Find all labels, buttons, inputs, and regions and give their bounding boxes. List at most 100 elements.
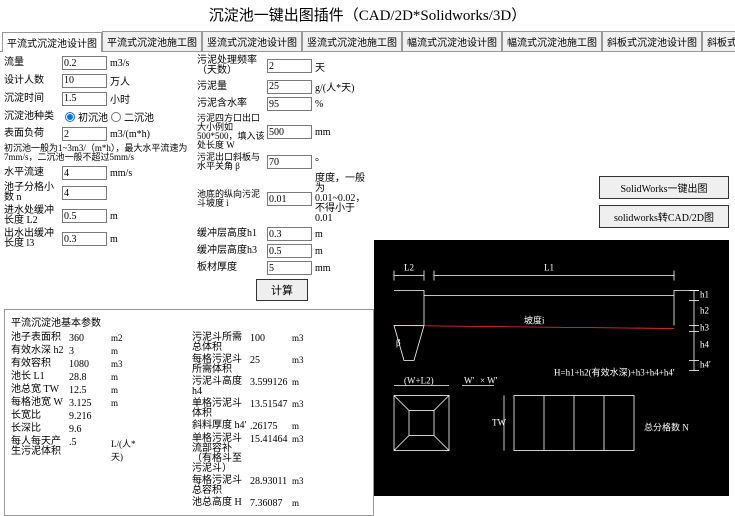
svg-text:h3: h3 [700,323,710,333]
ang-unit: ° [315,157,319,168]
result-unit: m3 [111,359,141,369]
result-label: 污泥斗所需总体积 [192,333,250,353]
amt-unit: g/(人*天) [315,79,354,94]
tab-6[interactable]: 斜板式沉淀池设计图 [602,31,702,51]
result-label: 长深比 [11,424,69,434]
result-value: 9.6 [69,424,111,435]
type-radio-1[interactable] [65,112,75,122]
result-unit: m [111,398,141,408]
load-input[interactable] [62,127,107,141]
result-value: .26175 [250,421,292,432]
type-opt2: 二沉池 [124,109,154,124]
result-value: 13.51547 [250,399,292,410]
solidworks-button[interactable]: SolidWorks一键出图 [599,176,729,199]
results-panel: 平流沉淀池基本参数 池子表面积360m2有效水深 h23m有效容积1080m3池… [4,309,374,516]
freq-input[interactable] [267,59,312,73]
result-value: 3.125 [69,398,111,409]
result-unit: m3 [292,355,322,365]
result-label: 有效水深 h2 [11,346,69,356]
out-unit: mm [315,127,331,138]
slope-input[interactable] [267,192,312,206]
result-value: 28.8 [69,372,111,383]
result-unit: m3 [292,399,322,409]
wc-label: 污泥含水率 [197,99,267,109]
wc-input[interactable] [267,97,312,111]
hvel-label: 水平流速 [4,168,62,178]
pop-input[interactable] [62,74,107,88]
calc-button[interactable]: 计算 [256,279,308,301]
result-value: .5 [69,437,111,448]
h3-input[interactable] [267,244,312,258]
out-input[interactable] [267,125,312,139]
result-label: 池长 L1 [11,372,69,382]
app-title: 沉淀池一键出图插件（CAD/2D*Solidworks/3D） [0,0,735,31]
result-label: 每人每天产生污泥体积 [11,437,69,457]
result-value: 25 [250,355,292,366]
l3-input[interactable] [62,232,107,246]
l2-input[interactable] [62,209,107,223]
pop-label: 设计人数 [4,76,62,86]
slope-note: 度度，一般为0.01~0.02，不得小于0.01 [315,174,365,224]
result-label: 池总宽 TW [11,385,69,395]
result-value: 12.5 [69,385,111,396]
result-label: 单格污泥斗流部容补（有格斗至污泥斗） [192,434,250,474]
svg-text:× W': × W' [480,376,498,386]
result-label: 有效容积 [11,359,69,369]
result-label: 污泥斗高度 h4 [192,377,250,397]
svg-text:总分格数 N: 总分格数 N [644,422,689,433]
out-label: 污泥四方口出口大小例如500*500，填入该处长度 W [197,114,267,150]
svg-text:H=h1+h2(有效水深)+h3+h4+h4': H=h1+h2(有效水深)+h3+h4+h4' [554,367,675,378]
ngrid-input[interactable] [62,186,107,200]
result-value: 9.216 [69,411,111,422]
result-unit: m [111,372,141,382]
result-unit: m3 [292,476,322,486]
load-unit: m3/(m*h) [110,129,150,140]
tab-4[interactable]: 幅流式沉淀池设计图 [402,31,502,51]
time-label: 沉淀时间 [4,94,62,104]
tab-2[interactable]: 竖流式沉淀池设计图 [202,31,302,51]
load-label: 表面负荷 [4,129,62,139]
svg-text:L1: L1 [544,263,554,273]
ngrid-label: 池子分格小数 n [4,183,62,203]
freq-label: 污泥处理频率（天数） [197,56,267,76]
hvel-unit: mm/s [110,168,132,179]
result-unit: L/(人*天) [111,437,141,463]
ang-input[interactable] [267,155,312,169]
freq-unit: 天 [315,59,325,74]
result-unit: m [111,385,141,395]
tab-bar: 平流式沉淀池设计图 平流式沉淀池施工图 竖流式沉淀池设计图 竖流式沉淀池施工图 … [0,31,735,52]
result-unit: m2 [111,333,141,343]
thk-unit: mm [315,263,331,274]
amt-input[interactable] [267,80,312,94]
h1-input[interactable] [267,227,312,241]
note1: 初沉池一般为1~3m3/（m*h），最大水平流速为7mm/s，二沉池一般不超过5… [4,144,189,162]
time-input[interactable] [62,92,107,106]
result-value: 1080 [69,359,111,370]
tab-3[interactable]: 竖流式沉淀池施工图 [302,31,402,51]
tab-0[interactable]: 平流式沉淀池设计图 [2,32,102,52]
svg-text:(W+L2): (W+L2) [404,376,434,386]
type-radio-2[interactable] [111,112,121,122]
cad-button[interactable]: solidworks转CAD/2D图 [599,205,729,228]
tab-5[interactable]: 幅流式沉淀池施工图 [502,31,602,51]
tab-1[interactable]: 平流式沉淀池施工图 [102,31,202,51]
wc-unit: % [315,99,323,110]
result-label: 长宽比 [11,411,69,421]
result-unit: m [292,421,322,431]
thk-input[interactable] [267,261,312,275]
tab-7[interactable]: 斜板式沉淀池施工图 [702,31,735,51]
flow-label: 流量 [4,58,62,68]
diagram-area: L2 L1 h1 h2 h3 h4 h4' 坡度i β (W+L2) W' × … [374,240,729,496]
l3-label: 出水出缓冲长度 l3 [4,229,62,249]
result-unit: m3 [292,333,322,343]
ang-label: 污泥出口斜板与水平关角 β [197,153,267,171]
svg-text:L2: L2 [404,263,414,273]
l2-unit: m [110,211,118,222]
pop-unit: 万人 [110,73,130,88]
time-unit: 小时 [110,91,130,106]
flow-input[interactable] [62,56,107,70]
type-label: 沉淀池种类 [4,112,62,122]
svg-text:h2: h2 [700,306,709,316]
result-unit: m [111,346,141,356]
hvel-input[interactable] [62,166,107,180]
